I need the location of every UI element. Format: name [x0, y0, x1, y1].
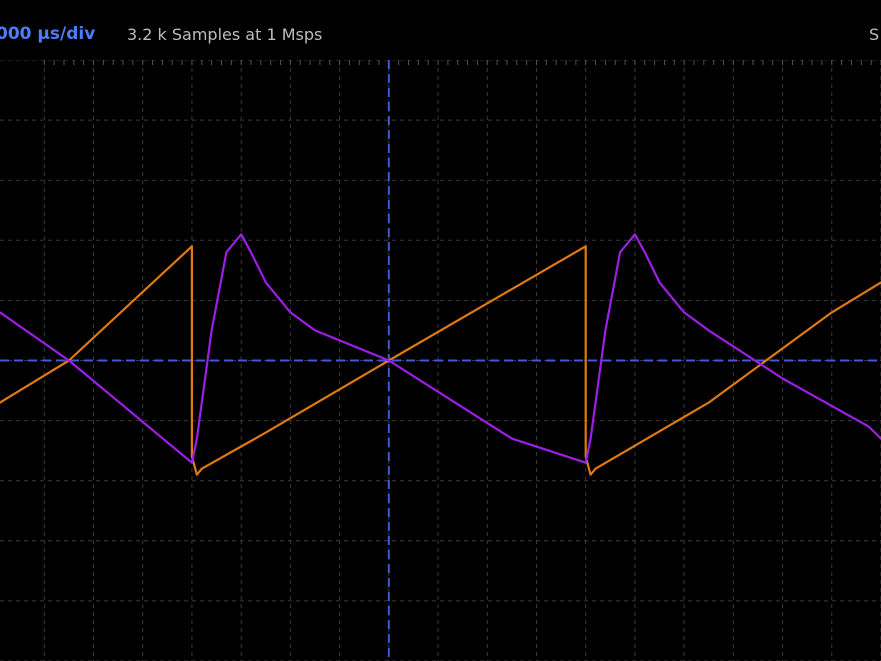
scope-plot[interactable]	[0, 60, 881, 661]
right-status-label: S	[869, 25, 880, 44]
sample-rate-label: 3.2 k Samples at 1 Msps	[127, 25, 323, 44]
timebase-label[interactable]: 000 µs/div	[0, 24, 95, 44]
scope-header: 000 µs/div 3.2 k Samples at 1 Msps S	[0, 0, 881, 60]
